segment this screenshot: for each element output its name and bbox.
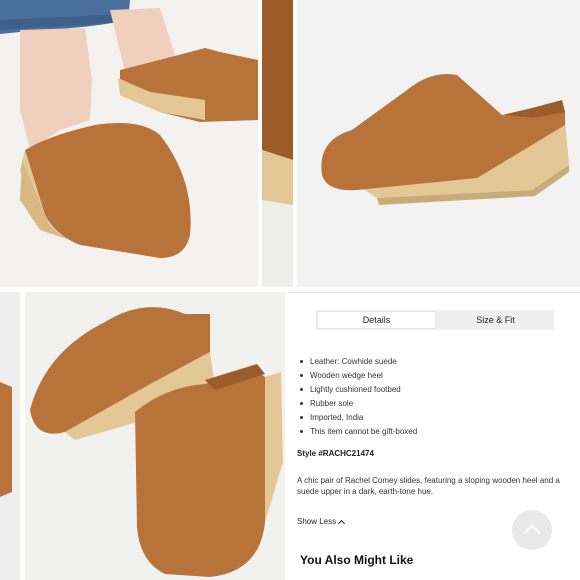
show-less-button[interactable]: Show Less (297, 517, 346, 527)
pair-illustration (25, 292, 285, 580)
scroll-to-top-button[interactable] (512, 510, 552, 550)
panel-divider (289, 292, 580, 293)
product-description: A chic pair of Rachel Comey slides, feat… (297, 476, 560, 496)
details-bullet-list: Leather: Cowhide suede Wooden wedge heel… (299, 355, 417, 439)
product-photo-side-view[interactable] (297, 0, 580, 287)
chevron-up-icon (338, 519, 346, 527)
list-item: Imported, India (299, 411, 417, 425)
show-less-label: Show Less (297, 517, 337, 526)
chevron-up-icon (523, 524, 541, 542)
product-photo-pair[interactable] (25, 292, 285, 580)
list-item: Leather: Cowhide suede (299, 355, 417, 369)
product-photo-left-strip[interactable] (0, 292, 20, 580)
recommendations-heading: You Also Might Like (300, 553, 414, 567)
style-number: Style #RACHC21474 (297, 449, 374, 458)
side-view-illustration (297, 0, 580, 287)
product-details-panel: Details Size & Fit Leather: Cowhide sued… (289, 292, 580, 580)
list-item: Rubber sole (299, 397, 417, 411)
tab-details[interactable]: Details (317, 311, 436, 329)
details-tab-bar: Details Size & Fit (316, 310, 554, 330)
product-photo-crop-strip[interactable] (262, 0, 293, 287)
crop-strip-illustration (262, 0, 293, 287)
on-foot-illustration (0, 0, 258, 287)
left-strip-illustration (0, 292, 20, 580)
list-item: Lightly cushioned footbed (299, 383, 417, 397)
tab-size-fit[interactable]: Size & Fit (437, 310, 554, 330)
list-item: Wooden wedge heel (299, 369, 417, 383)
product-photo-on-foot[interactable] (0, 0, 258, 287)
list-item: This item cannot be gift-boxed (299, 425, 417, 439)
